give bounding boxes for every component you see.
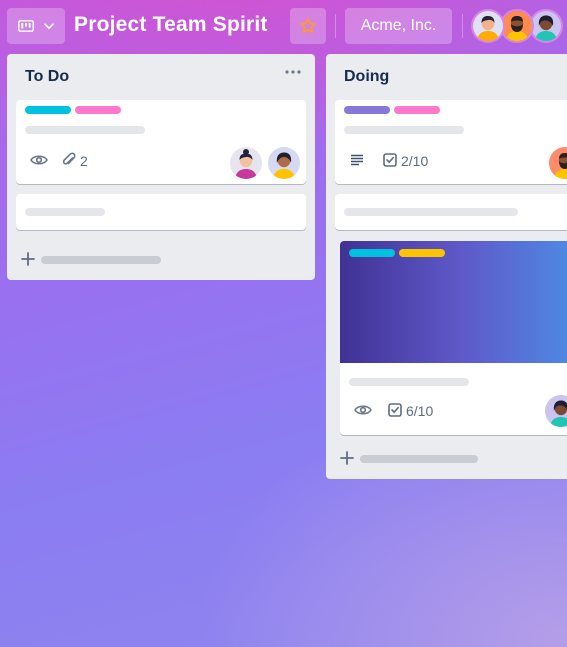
card-label-pink[interactable]	[75, 106, 121, 114]
paperclip-icon	[62, 152, 76, 165]
plus-icon[interactable]	[340, 451, 354, 465]
add-card-placeholder[interactable]	[360, 455, 478, 463]
avatar-man-dark-hair-icon	[473, 11, 503, 41]
card[interactable]: 2	[16, 100, 306, 184]
description-icon	[351, 154, 363, 166]
member-avatar[interactable]	[529, 9, 563, 43]
more-horizontal-icon[interactable]	[285, 70, 301, 74]
card-label-cyan[interactable]	[349, 249, 395, 257]
card-title-placeholder	[25, 126, 145, 134]
organization-button[interactable]: Acme, Inc.	[345, 8, 452, 44]
avatar-woman-teal-icon	[531, 11, 561, 41]
checkbox-icon	[388, 403, 402, 417]
board-header: Project Team Spirit Acme, Inc.	[0, 0, 567, 52]
card-title-placeholder	[25, 208, 105, 216]
board-title[interactable]: Project Team Spirit	[74, 13, 268, 37]
avatar-woman-teal-icon	[545, 395, 567, 427]
eye-icon	[30, 155, 48, 165]
checkbox-icon	[383, 153, 397, 167]
attachment-count: 2	[80, 153, 88, 169]
card-cover	[340, 241, 567, 363]
header-divider	[335, 14, 336, 38]
card-label-cyan[interactable]	[25, 106, 71, 114]
star-board-button[interactable]	[290, 8, 326, 44]
card-member-avatar[interactable]	[549, 147, 567, 179]
board-switcher-button[interactable]	[7, 8, 65, 44]
member-avatar[interactable]	[500, 9, 534, 43]
card-title-placeholder	[344, 208, 518, 216]
card-label-purple[interactable]	[344, 106, 390, 114]
card-label-pink[interactable]	[394, 106, 440, 114]
avatar-woman-bun-icon	[230, 147, 262, 179]
list-todo: To Do 2	[7, 54, 315, 280]
card[interactable]: 6/10	[340, 241, 567, 435]
list-title[interactable]: To Do	[25, 68, 69, 86]
card-title-placeholder	[344, 126, 464, 134]
star-icon	[300, 18, 316, 33]
card-label-yellow[interactable]	[399, 249, 445, 257]
checklist-count: 6/10	[406, 403, 434, 419]
card[interactable]	[16, 194, 306, 230]
member-avatar[interactable]	[471, 9, 505, 43]
chevron-down-icon	[44, 22, 54, 29]
avatar-woman-yellow-icon	[268, 147, 300, 179]
add-card-placeholder[interactable]	[41, 256, 161, 264]
header-divider	[462, 14, 463, 38]
card[interactable]	[335, 194, 567, 230]
eye-icon	[354, 405, 372, 415]
plus-icon[interactable]	[21, 252, 35, 266]
card-member-avatar[interactable]	[230, 147, 262, 179]
board-icon	[18, 20, 34, 32]
avatar-man-beard-icon	[502, 11, 532, 41]
list-doing: Doing 2/10 6/10	[326, 54, 567, 479]
card-member-avatar[interactable]	[545, 395, 567, 427]
list-title[interactable]: Doing	[344, 68, 389, 86]
checklist-count: 2/10	[401, 153, 429, 169]
card-member-avatar[interactable]	[268, 147, 300, 179]
card-title-placeholder	[349, 378, 469, 386]
avatar-man-orange-icon	[549, 147, 567, 179]
card[interactable]: 2/10	[335, 100, 567, 184]
